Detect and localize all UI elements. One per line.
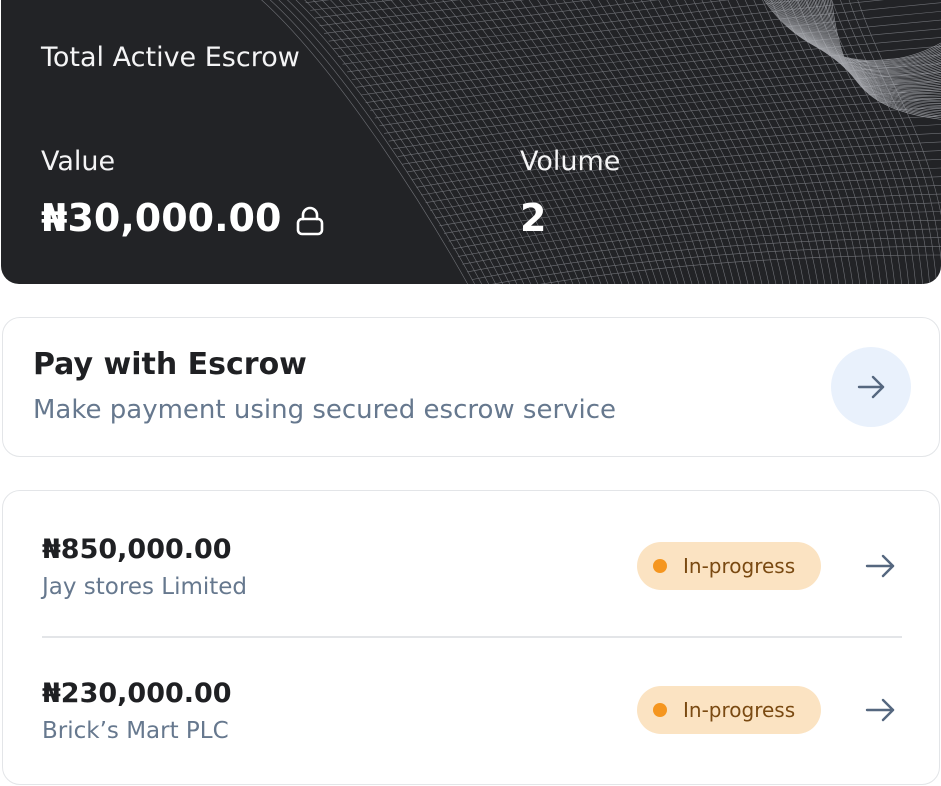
escrow-row[interactable]: ₦230,000.00 Brick’s Mart PLC In-progress xyxy=(3,665,939,785)
summary-title: Total Active Escrow xyxy=(41,42,300,73)
lock-icon[interactable] xyxy=(293,201,327,236)
status-text: In-progress xyxy=(683,554,796,578)
status-badge: In-progress xyxy=(637,542,821,590)
total-active-escrow-card: Total Active Escrow Value ₦30,000.00 Vol… xyxy=(1,0,941,284)
arrow-right-icon[interactable] xyxy=(863,693,897,727)
value-amount: ₦30,000.00 xyxy=(41,196,282,240)
escrow-row[interactable]: ₦850,000.00 Jay stores Limited In-progre… xyxy=(3,521,939,641)
pay-with-escrow-title: Pay with Escrow xyxy=(33,347,307,382)
row-divider xyxy=(42,636,902,638)
escrow-merchant: Jay stores Limited xyxy=(42,574,248,600)
pay-with-escrow-arrow-button[interactable] xyxy=(831,347,911,427)
status-dot-icon xyxy=(653,559,667,573)
escrow-list: ₦850,000.00 Jay stores Limited In-progre… xyxy=(2,490,940,785)
status-text: In-progress xyxy=(683,698,796,722)
escrow-amount: ₦230,000.00 xyxy=(42,678,232,709)
arrow-right-icon xyxy=(857,375,885,399)
arrow-right-icon[interactable] xyxy=(863,549,897,583)
escrow-merchant: Brick’s Mart PLC xyxy=(42,718,229,744)
value-label: Value xyxy=(41,146,116,177)
volume-label: Volume xyxy=(520,146,621,177)
pay-with-escrow-card[interactable]: Pay with Escrow Make payment using secur… xyxy=(2,317,940,457)
status-dot-icon xyxy=(653,703,667,717)
value-amount-group: ₦30,000.00 xyxy=(41,194,327,242)
volume-count: 2 xyxy=(520,196,547,240)
escrow-amount: ₦850,000.00 xyxy=(42,534,232,565)
status-badge: In-progress xyxy=(637,686,821,734)
pay-with-escrow-subtitle: Make payment using secured escrow servic… xyxy=(33,395,617,425)
